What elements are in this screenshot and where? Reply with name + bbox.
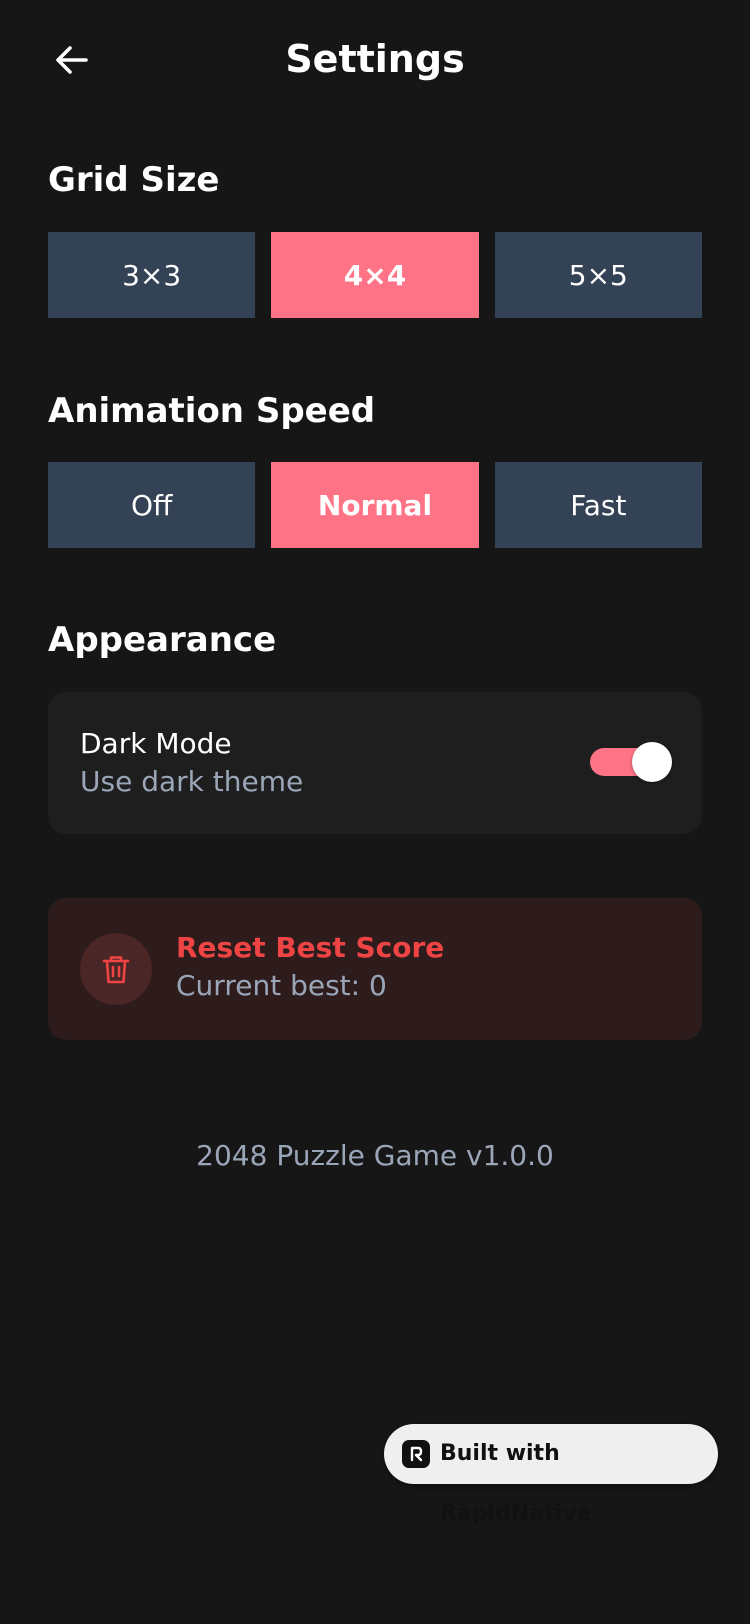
current-best-score: Current best: 0 [176, 969, 387, 1002]
dark-mode-label: Dark Mode [80, 727, 232, 760]
dark-mode-description: Use dark theme [80, 765, 304, 798]
app-version: 2048 Puzzle Game v1.0.0 [196, 1139, 554, 1172]
grid-size-selector: 3×3 4×4 5×5 [48, 232, 702, 318]
built-with-rapidnative-badge[interactable]: Built with RapidNative [384, 1424, 718, 1526]
animation-speed-option-off[interactable]: Off [48, 462, 256, 548]
appearance-title: Appearance [48, 620, 277, 660]
toggle-knob [632, 742, 672, 782]
reset-best-score-button[interactable]: Reset Best Score Current best: 0 [48, 898, 702, 1040]
rapidnative-logo-icon [402, 1440, 430, 1468]
badge-label: Built with RapidNative [440, 1441, 592, 1526]
animation-speed-option-fast[interactable]: Fast [494, 462, 702, 548]
animation-speed-option-normal[interactable]: Normal [271, 462, 479, 548]
animation-speed-selector: Off Normal Fast [48, 462, 702, 548]
trash-icon [102, 956, 130, 984]
dark-mode-toggle[interactable] [590, 740, 672, 784]
grid-size-option-3x3[interactable]: 3×3 [48, 232, 256, 318]
reset-best-score-title: Reset Best Score [176, 931, 445, 964]
grid-size-option-4x4[interactable]: 4×4 [271, 232, 479, 318]
header: Settings [0, 0, 750, 120]
dark-mode-card: Dark Mode Use dark theme [48, 692, 702, 834]
page-title: Settings [285, 37, 465, 81]
grid-size-option-5x5[interactable]: 5×5 [494, 232, 702, 318]
trash-icon-container [80, 933, 152, 1005]
animation-speed-title: Animation Speed [48, 391, 376, 431]
grid-size-title: Grid Size [48, 160, 220, 200]
